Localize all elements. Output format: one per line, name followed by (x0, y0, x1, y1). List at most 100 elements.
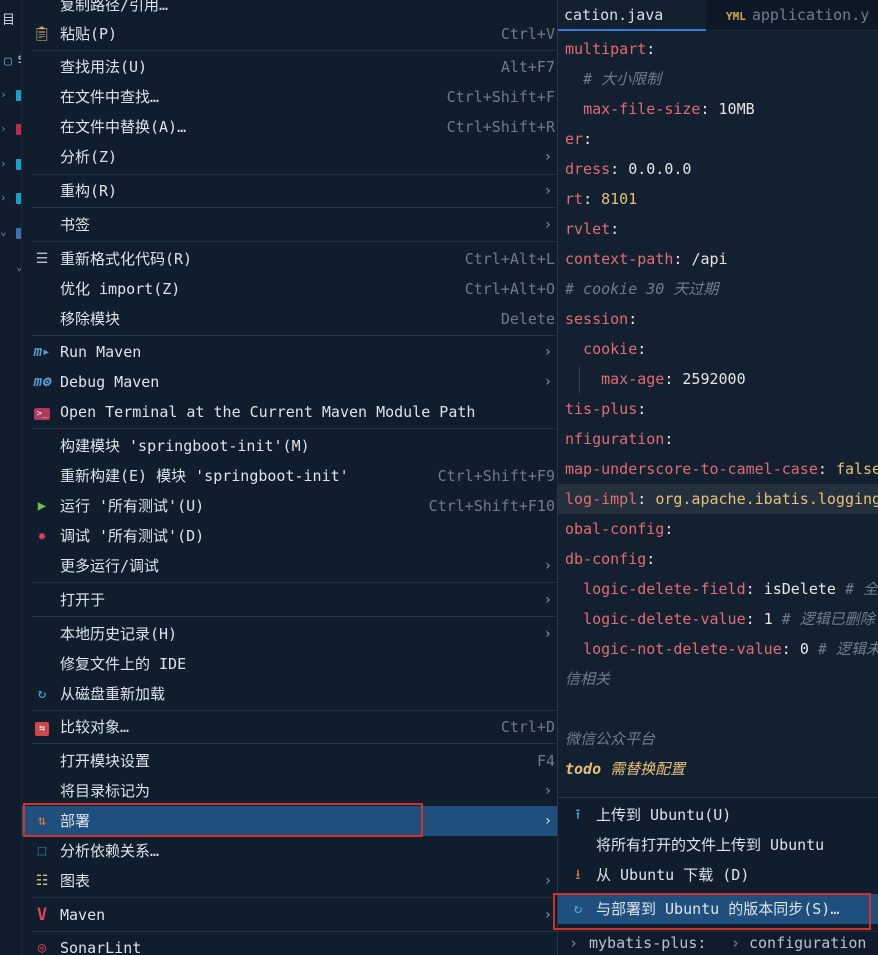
folder-icon: ▢ (4, 54, 12, 69)
code-line[interactable]: # cookie 30 天过期 (565, 274, 718, 304)
code-line[interactable]: session: (565, 304, 637, 334)
code-line[interactable]: tis-plus: (565, 394, 646, 424)
menu-item-paste[interactable]: 📋︎ 粘贴(P) Ctrl+V (22, 19, 557, 49)
code-line[interactable]: nfiguration: (565, 424, 673, 454)
menu-item-build-module[interactable]: 构建模块 'springboot-init'(M) (22, 431, 557, 461)
compare-icon: ⇆ (32, 712, 52, 742)
menu-item-sync-with-deployed[interactable]: ↻ 与部署到 Ubuntu 的版本同步(S)… (558, 894, 878, 924)
yaml-file-icon: YML (726, 10, 746, 23)
menu-item-compare-with[interactable]: ⇆ 比较对象… Ctrl+D (22, 712, 557, 742)
code-line[interactable]: log-impl: org.apache.ibatis.logging (565, 484, 878, 514)
chevron-right-icon[interactable]: › (0, 157, 7, 170)
menu-item-remove-module[interactable]: 移除模块 Delete (22, 304, 557, 334)
menu-item-upload-all-open[interactable]: 将所有打开的文件上传到 Ubuntu (558, 830, 878, 860)
chevron-right-icon: › (543, 558, 552, 574)
menu-separator (32, 710, 556, 711)
breadcrumb-item[interactable]: configuration (749, 934, 866, 952)
chevron-right-icon: › (569, 934, 579, 952)
menu-separator (32, 428, 556, 429)
terminal-icon: >_ (32, 397, 52, 427)
menu-item-bookmarks[interactable]: 书签 › (22, 210, 557, 240)
menu-item-reload-from-disk[interactable]: ↻ 从磁盘重新加载 (22, 679, 557, 709)
menu-separator (32, 897, 556, 898)
menu-item-sonarlint[interactable]: ◎ SonarLint (22, 933, 557, 955)
code-line[interactable]: rt: 8101 (565, 184, 637, 214)
breadcrumb: › mybatis-plus: › configuration (557, 931, 878, 955)
diagram-icon: ☷ (35, 873, 49, 889)
debug-icon: ✹ (37, 528, 47, 544)
download-icon: ⭳ (575, 867, 581, 883)
chevron-down-icon[interactable]: ⌄ (0, 225, 7, 238)
breadcrumb-item[interactable]: mybatis-plus: (589, 934, 706, 952)
menu-item-module-settings[interactable]: 打开模块设置 F4 (22, 746, 557, 776)
menu-item-run-maven[interactable]: m▸ Run Maven › (22, 337, 557, 367)
code-line[interactable]: 信相关 (565, 664, 610, 694)
menu-item-deployment[interactable]: ⇅ 部署 › (22, 806, 557, 836)
code-line[interactable]: 微信公众平台 (565, 724, 655, 754)
chevron-right-icon: › (543, 374, 552, 390)
chevron-right-icon: › (543, 592, 552, 608)
menu-item-diagrams[interactable]: ☷ 图表 › (22, 866, 557, 896)
menu-item-more-run-debug[interactable]: 更多运行/调试 › (22, 551, 557, 581)
menu-item-refactor[interactable]: 重构(R) › (22, 176, 557, 206)
chevron-right-icon: › (543, 783, 552, 799)
menu-item-debug-maven[interactable]: m⚙ Debug Maven › (22, 367, 557, 397)
menu-item-debug-all-tests[interactable]: ✹ 调试 '所有测试'(D) (22, 521, 557, 551)
menu-item-reformat-code[interactable]: ☰ 重新格式化代码(R) Ctrl+Alt+L (22, 244, 557, 274)
code-line[interactable]: todo 需替换配置 (565, 754, 685, 784)
code-line[interactable]: # 大小限制 (565, 64, 661, 94)
menu-separator (32, 616, 556, 617)
chevron-right-icon: › (731, 934, 741, 952)
chevron-right-icon: › (543, 907, 552, 923)
chevron-right-icon: › (543, 149, 552, 165)
menu-item-analyze[interactable]: 分析(Z) › (22, 142, 557, 172)
code-line[interactable]: cookie: (565, 334, 646, 364)
code-line[interactable]: db-config: (565, 544, 655, 574)
code-line[interactable]: map-underscore-to-camel-case: false (565, 454, 878, 484)
code-line[interactable]: rvlet: (565, 214, 619, 244)
menu-item-copy-path[interactable]: 复制路径/引用… (22, 0, 557, 20)
maven-icon: V (36, 905, 48, 925)
code-line[interactable]: max-age: 2592000 (565, 364, 746, 394)
run-icon: ▶ (37, 498, 47, 514)
code-line[interactable]: context-path: /api (565, 244, 728, 274)
code-line[interactable]: multipart: (565, 34, 655, 64)
menu-item-rebuild-module[interactable]: 重新构建(E) 模块 'springboot-init' Ctrl+Shift+F… (22, 461, 557, 491)
code-line[interactable]: er: (565, 124, 592, 154)
tab-application-yml[interactable]: YML application.y (706, 0, 878, 31)
chevron-right-icon: › (543, 344, 552, 360)
code-line[interactable]: obal-config: (565, 514, 673, 544)
dependency-icon: ⬚ (37, 843, 47, 859)
menu-item-open-in[interactable]: 打开于 › (22, 585, 557, 615)
menu-item-optimize-imports[interactable]: 优化 import(Z) Ctrl+Alt+O (22, 274, 557, 304)
menu-separator (32, 582, 556, 583)
tab-application-java[interactable]: cation.java (557, 0, 706, 31)
deploy-icon: ⇅ (37, 813, 47, 829)
menu-item-run-all-tests[interactable]: ▶ 运行 '所有测试'(U) Ctrl+Shift+F10 (22, 491, 557, 521)
menu-separator (32, 174, 556, 175)
chevron-right-icon[interactable]: › (0, 88, 7, 101)
code-line[interactable]: logic-delete-value: 1 # 逻辑已删除 (565, 604, 875, 634)
code-line[interactable]: logic-not-delete-value: 0 # 逻辑未 (565, 634, 878, 664)
code-line[interactable]: dress: 0.0.0.0 (565, 154, 691, 184)
menu-item-maven[interactable]: V Maven › (22, 900, 557, 930)
menu-item-upload[interactable]: ⭱ 上传到 Ubuntu(U) (558, 800, 878, 830)
menu-item-replace-in-files[interactable]: 在文件中替换(A)… Ctrl+Shift+R (22, 112, 557, 142)
project-title: 目 (2, 13, 16, 28)
menu-item-local-history[interactable]: 本地历史记录(H) › (22, 619, 557, 649)
chevron-right-icon[interactable]: › (0, 122, 7, 135)
sonarlint-icon: ◎ (37, 940, 47, 955)
code-line[interactable]: logic-delete-field: isDelete # 全 (565, 574, 878, 604)
editor-tabs: cation.java YML application.y (557, 0, 878, 31)
menu-item-download[interactable]: ⭳ 从 Ubuntu 下载 (D) (558, 860, 878, 890)
menu-item-find-in-files[interactable]: 在文件中查找… Ctrl+Shift+F (22, 82, 557, 112)
menu-item-repair-ide[interactable]: 修复文件上的 IDE (22, 649, 557, 679)
menu-separator (32, 743, 556, 744)
menu-item-find-usages[interactable]: 查找用法(U) Alt+F7 (22, 52, 557, 82)
menu-item-open-terminal[interactable]: >_ Open Terminal at the Current Maven Mo… (22, 397, 557, 427)
menu-item-analyze-dependencies[interactable]: ⬚ 分析依赖关系… (22, 836, 557, 866)
clipboard-icon: 📋︎ (33, 26, 51, 42)
chevron-right-icon[interactable]: › (0, 191, 7, 204)
menu-item-mark-directory[interactable]: 将目录标记为 › (22, 776, 557, 806)
code-line[interactable]: max-file-size: 10MB (565, 94, 755, 124)
